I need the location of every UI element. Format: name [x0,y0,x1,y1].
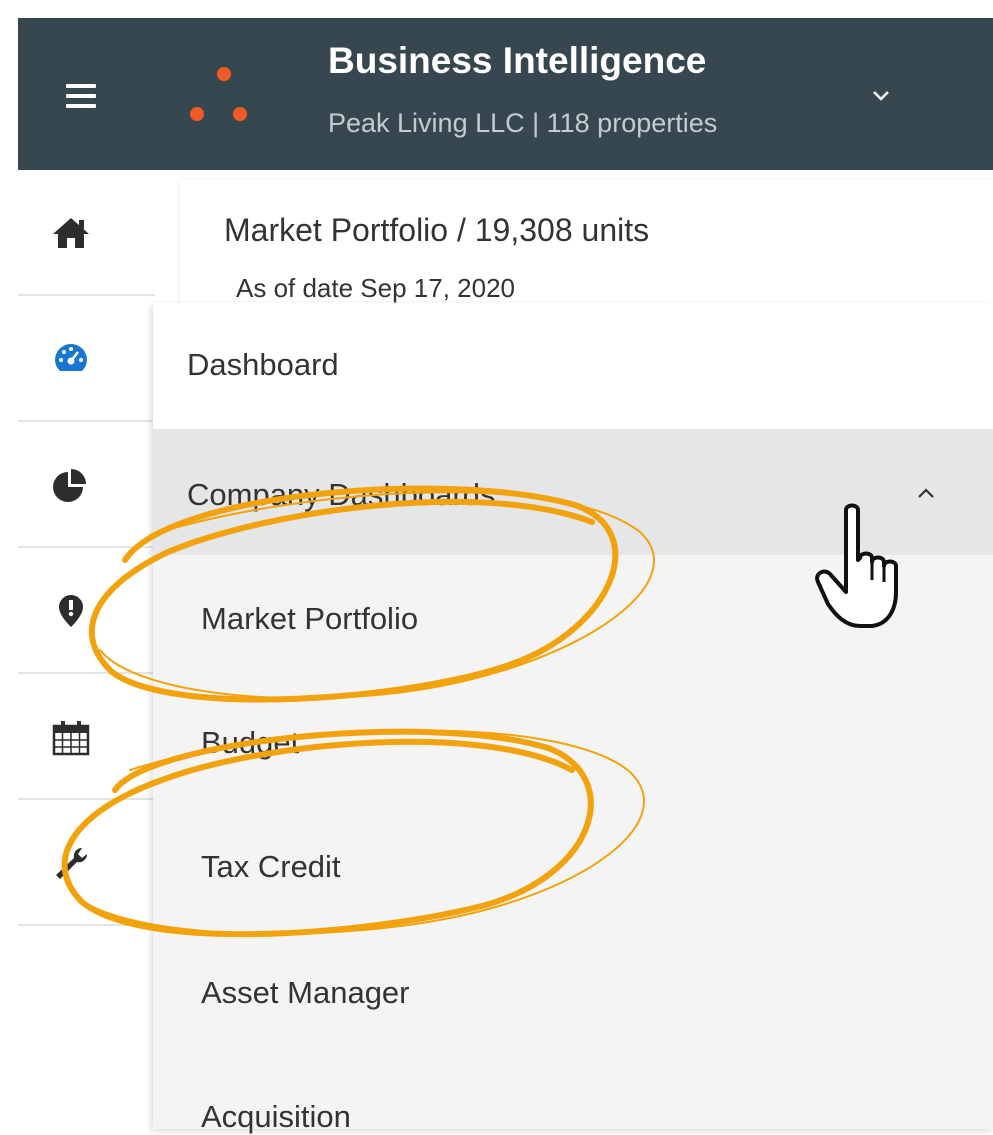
hamburger-line [66,94,96,98]
app-title: Business Intelligence [328,40,707,81]
menu-item-acquisition[interactable]: Acquisition [153,1059,993,1134]
dashboard-gauge-icon [55,344,87,371]
chevron-up-icon[interactable] [915,485,937,501]
hand-pointer-icon [815,503,898,628]
menu-item-asset-manager[interactable]: Asset Manager [153,933,993,1059]
sidebar-item-home[interactable] [18,170,155,296]
menu-item-label: Acquisition [201,1099,351,1134]
pie-chart-icon [53,469,86,502]
calendar-icon [52,721,90,756]
menu-item-label: Market Portfolio [201,601,419,636]
menu-item-budget[interactable]: Budget [153,681,993,807]
sidebar-item-alerts[interactable] [18,548,155,674]
sidebar-item-dashboard[interactable] [18,296,155,422]
home-icon [53,218,89,248]
wrench-icon [56,847,88,879]
menu-item-label: Budget [201,725,300,760]
menu-item-label: Tax Credit [201,849,341,884]
dashboard-menu: Dashboard Company Dashboards Market Port… [153,303,993,1134]
alert-location-icon [59,595,83,627]
app-header: Business Intelligence Peak Living LLC | … [18,18,993,170]
sidebar-item-calendar[interactable] [18,674,155,800]
as-of-date: As of date Sep 17, 2020 [236,273,515,303]
menu-item-dashboard[interactable]: Dashboard [153,303,993,429]
chevron-down-icon[interactable] [870,84,892,106]
sidebar-rail [18,170,155,1129]
hamburger-line [66,104,96,108]
hamburger-line [66,84,96,88]
logo-icon [190,67,247,121]
app-subtitle: Peak Living LLC | 118 properties [328,108,718,138]
menu-item-tax-credit[interactable]: Tax Credit [153,807,993,933]
sidebar-item-tools[interactable] [18,800,155,926]
menu-item-label: Dashboard [187,347,339,382]
menu-group-label: Company Dashboards [187,477,496,512]
hamburger-menu-icon[interactable] [66,84,96,108]
card-title: Market Portfolio / 19,308 units [224,212,650,248]
menu-item-label: Asset Manager [201,975,410,1010]
sidebar-item-reports[interactable] [18,422,155,548]
